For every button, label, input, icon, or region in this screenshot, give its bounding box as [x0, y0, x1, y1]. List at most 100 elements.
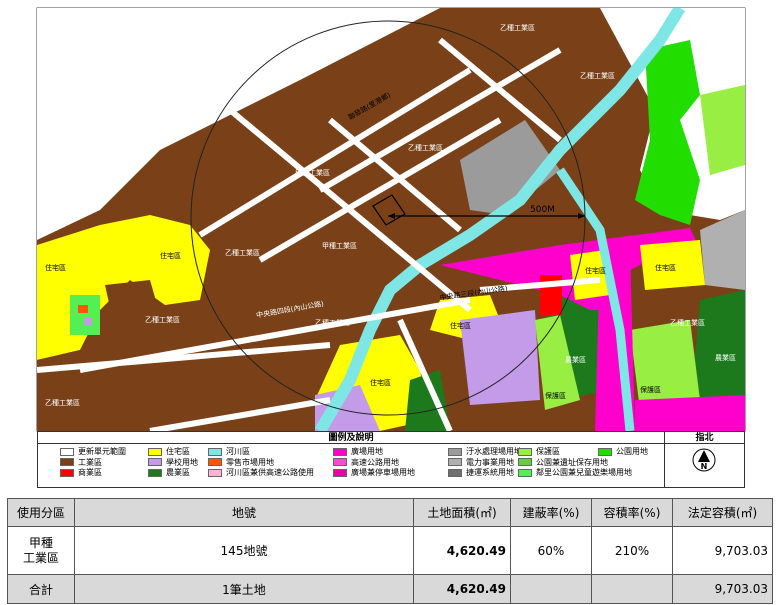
legend-swatch	[208, 447, 222, 456]
legend-label: 公園兼遺址保存用地	[536, 457, 608, 467]
plaza-zone-south	[635, 395, 745, 431]
legend-item: 住宅區	[148, 447, 190, 457]
legend-swatch	[518, 468, 532, 477]
neighborhood-park-cluster	[70, 295, 100, 335]
legend-item: 廣場兼停車場用地	[333, 468, 415, 478]
legend-label: 汙水處理場用地	[466, 447, 522, 456]
legend-items: 更新單元範圍 工業區 商業區 住宅區 學校用地 農業區 河川區 零售市場用地 河川區兼供高速公路…	[38, 444, 665, 488]
legend-label: 鄰里公園兼兒童遊樂場用地	[536, 468, 632, 477]
label-industrial-b-6: 乙種工業區	[315, 318, 350, 327]
legend-label: 廣場用地	[351, 447, 383, 456]
total-area: 4,620.49	[413, 574, 511, 604]
legend-swatch	[448, 468, 462, 477]
legend-label: 零售市場用地	[226, 457, 274, 467]
total-label: 合計	[7, 574, 75, 604]
label-agriculture-2: 農業區	[715, 353, 736, 362]
header-far: 容積率(%)	[591, 498, 673, 527]
label-agriculture-1: 農業區	[565, 355, 586, 364]
legend-swatch	[598, 447, 612, 456]
table-header-row: 使用分區 地號 土地面積(㎡) 建蔽率(%) 容積率(%) 法定容積(㎡)	[7, 498, 773, 527]
total-far-empty	[591, 574, 673, 604]
legend-item: 零售市場用地	[208, 458, 274, 468]
cell-far: 210%	[591, 526, 673, 575]
legend-label: 廣場兼停車場用地	[351, 468, 415, 477]
legend-swatch	[333, 447, 347, 456]
zoning-map-canvas: 500M 甲種工業區 甲種工業區 乙種工業區 乙種工業區 乙種工業區 乙種工業區…	[36, 7, 746, 432]
legend-swatch	[60, 458, 74, 466]
legend-swatch	[148, 447, 162, 456]
legend-label: 河川區	[226, 447, 250, 456]
legend-item: 公園用地	[598, 447, 648, 457]
legend-item: 電力事業用地	[448, 458, 514, 468]
cell-area: 4,620.49	[413, 526, 511, 575]
legend-label: 電力事業用地	[466, 457, 514, 467]
label-residential-5: 住宅區	[585, 266, 606, 275]
scale-label: 500M	[530, 205, 555, 215]
legend-item: 河川區	[208, 447, 250, 457]
legend-item: 捷運系統用地	[448, 468, 514, 478]
legend-item: 鄰里公園兼兒童遊樂場用地	[518, 468, 632, 478]
total-coverage-empty	[510, 574, 592, 604]
legend-label: 工業區	[78, 457, 102, 467]
label-residential-2: 住宅區	[45, 263, 66, 272]
label-residential-4: 住宅區	[450, 321, 471, 330]
zoning-map: 500M 甲種工業區 甲種工業區 乙種工業區 乙種工業區 乙種工業區 乙種工業區…	[0, 0, 780, 490]
school-zone	[460, 310, 540, 405]
legend-label: 農業區	[166, 468, 190, 477]
label-residential-3: 住宅區	[370, 378, 391, 387]
north-title: 指北	[665, 432, 744, 444]
legend-label: 高速公路用地	[351, 457, 399, 467]
legend-swatch	[518, 458, 532, 466]
table-row: 甲種 工業區 145地號 4,620.49 60% 210% 9,703.03	[7, 526, 773, 575]
cell-coverage: 60%	[510, 526, 592, 575]
conservation-zone-se	[630, 320, 700, 410]
label-industrial-b-4: 乙種工業區	[225, 248, 260, 257]
label-industrial-b-7: 乙種工業區	[45, 398, 80, 407]
legend-label: 更新單元範圍	[78, 447, 126, 456]
legend-item: 廣場用地	[333, 447, 383, 457]
header-area: 土地面積(㎡)	[413, 498, 511, 527]
legend-swatch	[60, 468, 74, 477]
legend-item: 河川區兼供高速公路使用	[208, 468, 314, 478]
label-industrial-b-8: 乙種工業區	[670, 318, 705, 327]
retail-market-cluster	[78, 305, 88, 313]
header-legal: 法定容積(㎡)	[672, 498, 773, 527]
school-cluster	[84, 318, 92, 326]
legend-item: 更新單元範圍	[60, 447, 126, 457]
north-letter: N	[701, 462, 708, 471]
legend-swatch	[148, 458, 162, 466]
label-industrial-b-5: 乙種工業區	[145, 315, 180, 324]
legend-swatch	[333, 458, 347, 466]
legend-swatch	[518, 447, 532, 456]
legend-label: 河川區兼供高速公路使用	[226, 468, 314, 477]
total-legal: 9,703.03	[672, 574, 773, 604]
legend-item: 工業區	[60, 458, 102, 468]
legend-panel: 圖例及說明 指北 更新單元範圍 工業區 商業區 住宅區 學校用地 農業區 河川區 零售市場用地…	[37, 431, 745, 488]
legend-label: 捷運系統用地	[466, 468, 514, 477]
legend-title: 圖例及說明	[38, 432, 665, 444]
legend-item: 高速公路用地	[333, 458, 399, 468]
legend-swatch	[148, 468, 162, 477]
label-industrial-b-3: 乙種工業區	[580, 71, 615, 80]
legend-label: 公園用地	[616, 447, 648, 456]
legend-swatch	[208, 468, 222, 477]
legend-swatch	[448, 458, 462, 466]
legend-label: 住宅區	[166, 447, 190, 456]
legend-swatch	[208, 458, 222, 466]
cell-legal: 9,703.03	[672, 526, 773, 575]
north-arrow-icon: N	[692, 448, 716, 472]
legend-swatch	[448, 447, 462, 456]
label-industrial-a: 甲種工業區	[295, 168, 330, 177]
label-residential-1: 住宅區	[160, 251, 181, 260]
header-zone: 使用分區	[7, 498, 75, 527]
label-industrial-b-2: 乙種工業區	[500, 23, 535, 32]
legend-item: 學校用地	[148, 458, 198, 468]
label-conservation-2: 保護區	[640, 385, 661, 394]
label-residential-6: 住宅區	[655, 263, 676, 272]
label-conservation-1: 保護區	[545, 391, 566, 400]
cell-parcel: 145地號	[74, 526, 414, 575]
header-coverage: 建蔽率(%)	[510, 498, 592, 527]
legend-swatch	[60, 447, 74, 456]
legend-item: 汙水處理場用地	[448, 447, 522, 457]
table-total-row: 合計 1筆土地 4,620.49 9,703.03	[7, 574, 773, 604]
